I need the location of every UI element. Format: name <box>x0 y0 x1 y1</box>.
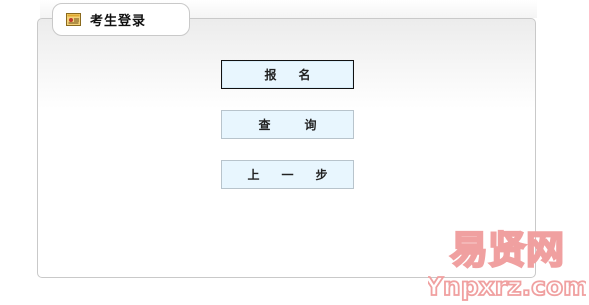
panel-header-tab: 考生登录 <box>52 3 190 36</box>
previous-step-char-3: 步 <box>315 168 328 182</box>
previous-step-char-2: 一 <box>281 168 294 182</box>
previous-step-char-1: 上 <box>247 168 260 182</box>
register-button-char-1: 报 <box>264 68 277 82</box>
id-card-icon <box>66 12 81 27</box>
panel-title: 考生登录 <box>90 14 147 29</box>
register-button[interactable]: 报 名 <box>221 60 354 89</box>
query-button-char-1: 查 <box>258 118 271 132</box>
login-panel <box>37 18 536 278</box>
query-button[interactable]: 查 询 <box>221 110 354 139</box>
register-button-char-2: 名 <box>298 68 311 82</box>
previous-step-button[interactable]: 上 一 步 <box>221 160 354 189</box>
query-button-char-2: 询 <box>304 118 317 132</box>
